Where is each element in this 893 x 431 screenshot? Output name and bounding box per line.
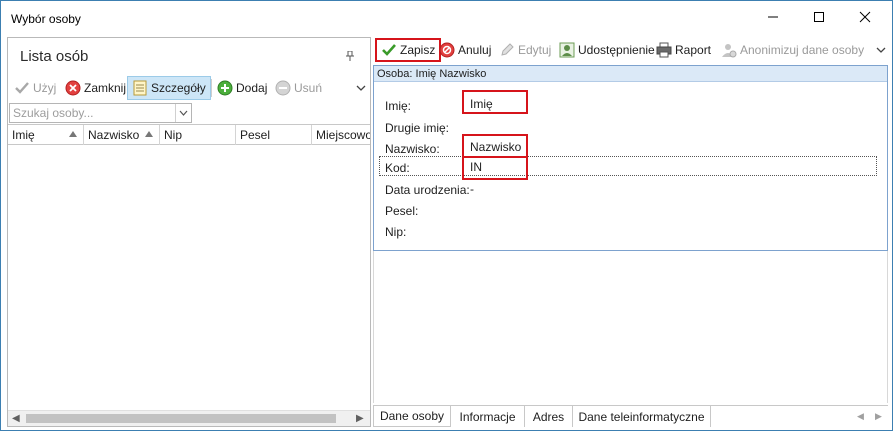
- column-header-first-name[interactable]: Imię: [8, 125, 84, 145]
- details-toolbar: Zapisz Anuluj Edytuj Udostępnienie Rapor…: [373, 37, 888, 63]
- search-dropdown-button[interactable]: [175, 104, 191, 122]
- column-header-pesel[interactable]: Pesel: [236, 125, 312, 145]
- add-label: Dodaj: [236, 81, 268, 95]
- close-label: Zamknij: [84, 81, 127, 95]
- sort-ascending-icon: [145, 131, 153, 137]
- share-person-icon: [559, 42, 575, 58]
- tabs-scroll-left-icon[interactable]: ◀: [857, 411, 864, 422]
- edit-label: Edytuj: [518, 43, 552, 57]
- person-list-toolbar: Użyj Zamknij Szczegóły Dodaj Usuń: [8, 76, 370, 100]
- scrollbar-thumb[interactable]: [26, 414, 336, 423]
- anonymize-label: Anonimizuj dane osoby: [740, 43, 865, 57]
- person-search-box: [9, 103, 192, 123]
- cancel-label: Anuluj: [458, 43, 492, 57]
- minus-circle-icon: [275, 80, 291, 96]
- form-header: Osoba: Imię Nazwisko: [374, 66, 887, 82]
- maximize-icon: [814, 12, 824, 22]
- person-picker-window: Wybór osoby Lista osób Użyj Zamknij Szcz…: [0, 0, 893, 431]
- details-label: Szczegóły: [151, 81, 206, 95]
- chevron-down-icon: [356, 84, 366, 92]
- code-value[interactable]: IN: [470, 160, 482, 174]
- report-button[interactable]: Raport: [656, 38, 711, 62]
- checkmark-icon: [14, 81, 30, 95]
- close-circle-icon: [65, 80, 81, 96]
- anonymize-person-icon: [721, 42, 737, 58]
- pencil-icon: [499, 42, 515, 58]
- scroll-right-icon[interactable]: ▶: [356, 413, 364, 424]
- tab-address[interactable]: Adres: [525, 406, 573, 427]
- delete-button[interactable]: Usuń: [275, 76, 322, 100]
- title-bar: Wybór osoby: [1, 1, 892, 37]
- person-search-input[interactable]: [10, 104, 173, 122]
- tab-person-data[interactable]: Dane osoby: [373, 406, 451, 427]
- minimize-icon: [768, 16, 778, 18]
- tab-telecom-data[interactable]: Dane teleinformatyczne: [573, 406, 711, 427]
- pesel-label: Pesel:: [385, 204, 419, 218]
- birth-date-label: Data urodzenia:: [385, 183, 470, 197]
- minimize-button[interactable]: [750, 1, 796, 33]
- horizontal-scrollbar[interactable]: ◀ ▶: [8, 410, 370, 426]
- last-name-value[interactable]: Nazwisko: [470, 140, 521, 154]
- person-list-panel: Lista osób Użyj Zamknij Szczegóły Dodaj …: [7, 37, 371, 427]
- grid-header: Imię Nazwisko Nip Pesel Miejscowość: [8, 125, 370, 145]
- code-label: Kod:: [385, 161, 410, 175]
- tab-information[interactable]: Informacje: [451, 406, 525, 427]
- delete-label: Usuń: [294, 81, 323, 95]
- notepad-icon: [132, 80, 148, 96]
- use-button[interactable]: Użyj: [14, 76, 56, 100]
- more-details-toolbar-button[interactable]: [876, 38, 886, 62]
- details-tabs: Dane osoby Informacje Adres Dane teleinf…: [373, 405, 888, 427]
- column-header-nip[interactable]: Nip: [160, 125, 236, 145]
- person-form: Osoba: Imię Nazwisko Imię: Imię Drugie i…: [373, 65, 888, 251]
- first-name-value[interactable]: Imię: [470, 97, 493, 111]
- second-name-label: Drugie imię:: [385, 121, 450, 135]
- last-name-label: Nazwisko:: [385, 142, 440, 156]
- details-button[interactable]: Szczegóły: [127, 76, 211, 100]
- plus-circle-icon: [217, 80, 233, 96]
- cancel-circle-icon: [439, 42, 455, 58]
- add-button[interactable]: Dodaj: [217, 76, 267, 100]
- person-list-header: Lista osób: [8, 38, 370, 72]
- printer-icon: [656, 42, 672, 58]
- share-label: Udostępnienie: [578, 43, 655, 57]
- chevron-down-icon: [179, 110, 188, 116]
- close-list-button[interactable]: Zamknij: [65, 76, 126, 100]
- column-header-last-name[interactable]: Nazwisko: [84, 125, 160, 145]
- sort-ascending-icon: [69, 131, 77, 137]
- green-checkmark-icon: [381, 43, 397, 57]
- close-window-button[interactable]: [842, 1, 888, 33]
- pin-icon[interactable]: [346, 50, 354, 64]
- tabs-scroll-right-icon[interactable]: ▶: [875, 411, 882, 422]
- nip-label: Nip:: [385, 225, 407, 239]
- anonymize-button[interactable]: Anonimizuj dane osoby: [721, 38, 864, 62]
- use-label: Użyj: [33, 81, 57, 95]
- toolbar-separator: [211, 79, 212, 97]
- save-button[interactable]: Zapisz: [375, 38, 442, 62]
- first-name-label: Imię:: [385, 99, 412, 113]
- person-details-panel: Zapisz Anuluj Edytuj Udostępnienie Rapor…: [373, 37, 888, 427]
- column-header-city[interactable]: Miejscowość: [312, 125, 370, 145]
- close-icon: [859, 11, 871, 23]
- scroll-left-icon[interactable]: ◀: [12, 413, 20, 424]
- code-row-focus: [379, 156, 877, 176]
- edit-button[interactable]: Edytuj: [499, 38, 551, 62]
- cancel-button[interactable]: Anuluj: [439, 38, 491, 62]
- details-empty-area: [373, 251, 888, 403]
- share-button[interactable]: Udostępnienie: [559, 38, 655, 62]
- more-toolbar-button[interactable]: [356, 76, 366, 100]
- birth-date-value[interactable]: -: [470, 182, 474, 196]
- maximize-button[interactable]: [796, 1, 842, 33]
- window-title: Wybór osoby: [11, 12, 81, 26]
- chevron-down-icon: [876, 46, 886, 54]
- save-label: Zapisz: [400, 43, 436, 57]
- report-label: Raport: [675, 43, 712, 57]
- person-grid: Imię Nazwisko Nip Pesel Miejscowość: [8, 124, 370, 404]
- person-list-title: Lista osób: [20, 48, 89, 65]
